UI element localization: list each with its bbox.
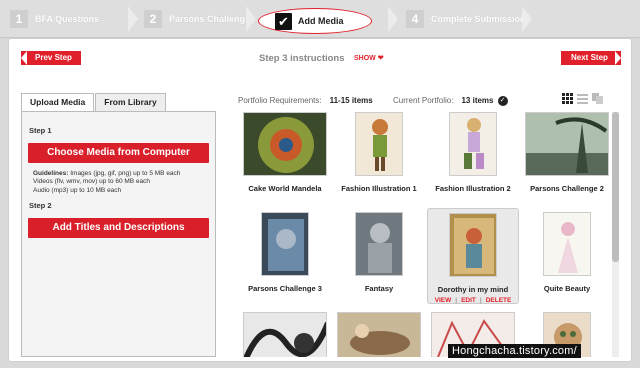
portfolio-item[interactable]: Fashion Illustration 1	[333, 112, 425, 193]
step-divider	[522, 6, 532, 32]
upload-tabs: Upload Media From Library	[21, 93, 167, 112]
item-title: Parsons Challenge 2	[530, 184, 604, 193]
step-parsons-challenge[interactable]: 2 Parsons Challeng	[144, 6, 245, 32]
portfolio-item[interactable]: Parsons Challenge 3	[239, 212, 331, 293]
guideline-audio: Audio (mp3) up to 10 MB each	[33, 186, 122, 194]
list-view-icon[interactable]	[577, 93, 588, 104]
step-complete-submission[interactable]: 4 Complete Submission	[406, 6, 526, 32]
step1-label: Step 1	[29, 126, 52, 135]
portfolio-requirements: Portfolio Requirements: 11-15 items	[238, 96, 373, 105]
main-panel: Prev Step Step 3 instructions SHOW ❤ Nex…	[8, 38, 632, 362]
view-toggle	[562, 93, 603, 104]
portfolio-item[interactable]: Fantasy	[333, 212, 425, 293]
grid-scrollbar[interactable]	[612, 112, 619, 357]
show-instructions-toggle[interactable]: SHOW ❤	[354, 54, 384, 62]
stack-view-icon[interactable]	[592, 93, 603, 104]
step-number: 1	[10, 10, 28, 28]
view-link[interactable]: VIEW	[435, 297, 452, 304]
step-instructions-title: Step 3 instructions	[259, 53, 345, 64]
current-label: Current Portfolio:	[393, 96, 454, 106]
scrollbar-thumb[interactable]	[612, 112, 619, 262]
artwork-thumbnail	[243, 112, 328, 177]
step-add-media[interactable]: ✔ Add Media	[258, 8, 372, 34]
artwork-thumbnail	[355, 212, 404, 277]
portfolio-grid: Cake World Mandela Fashion Illustration …	[235, 112, 610, 357]
guidelines-label: Guidelines:	[33, 170, 69, 177]
step-label: Complete Submission	[431, 14, 526, 24]
artwork-thumbnail	[243, 312, 331, 357]
choose-media-button[interactable]: Choose Media from Computer	[28, 143, 209, 163]
step2-label: Step 2	[29, 201, 52, 210]
portfolio-item[interactable]	[239, 312, 331, 357]
add-titles-button[interactable]: Add Titles and Descriptions	[28, 218, 209, 238]
step-label: Parsons Challeng	[169, 14, 246, 24]
artwork-thumbnail	[543, 212, 592, 277]
step-number: 2	[144, 10, 162, 28]
current-portfolio: Current Portfolio: 13 items ✓	[393, 96, 508, 106]
guideline-images: Images (jpg, gif, png) up to 5 MB each	[70, 170, 181, 177]
edit-link[interactable]: EDIT	[461, 297, 476, 304]
portfolio-item[interactable]: Fashion Illustration 2	[427, 112, 519, 193]
prev-step-button[interactable]: Prev Step	[21, 51, 81, 65]
step-label: BFA Questions	[35, 14, 100, 24]
current-value: 13 items	[461, 96, 494, 106]
artwork-thumbnail	[449, 213, 498, 278]
guideline-videos: Videos (flv, wmv, mov) up to 60 MB each	[33, 178, 151, 186]
checkmark-icon: ✔	[275, 12, 292, 30]
delete-link[interactable]: DELETE	[486, 297, 512, 304]
show-label: SHOW	[354, 55, 376, 62]
artwork-thumbnail	[525, 112, 610, 177]
item-title: Quite Beauty	[543, 284, 591, 293]
step-number: 4	[406, 10, 424, 28]
item-title: Fashion Illustration 2	[435, 184, 511, 193]
requirements-value: 11-15 items	[329, 96, 373, 105]
portfolio-item-selected[interactable]: Dorothy in my mind VIEW | EDIT | DELETE	[427, 208, 519, 304]
check-circle-icon: ✓	[497, 96, 508, 106]
step-divider	[388, 6, 398, 32]
step-divider	[246, 6, 256, 32]
item-title: Fashion Illustration 1	[341, 184, 417, 193]
item-actions: VIEW | EDIT | DELETE	[434, 297, 512, 304]
portfolio-item[interactable]: Cake World Mandela	[239, 112, 331, 193]
portfolio-item[interactable]	[333, 312, 425, 357]
artwork-thumbnail	[337, 312, 422, 357]
grid-view-icon[interactable]	[562, 93, 573, 104]
item-title: Fantasy	[364, 284, 394, 293]
item-title: Dorothy in my mind	[437, 285, 509, 294]
progress-steps: 1 BFA Questions 2 Parsons Challeng ✔ Add…	[0, 0, 640, 38]
requirements-label: Portfolio Requirements:	[238, 96, 322, 105]
tab-upload-media[interactable]: Upload Media	[21, 93, 95, 112]
upload-guidelines: Guidelines: Images (jpg, gif, png) up to…	[33, 170, 180, 195]
next-step-button[interactable]: Next Step	[561, 51, 621, 65]
artwork-thumbnail	[355, 112, 404, 177]
artwork-thumbnail	[449, 112, 498, 177]
portfolio-item[interactable]: Quite Beauty	[521, 212, 610, 293]
step-bfa-questions[interactable]: 1 BFA Questions	[10, 6, 99, 32]
artwork-thumbnail	[261, 212, 310, 277]
upload-panel: Step 1 Choose Media from Computer Guidel…	[21, 111, 216, 357]
chevron-down-icon: ❤	[377, 55, 384, 62]
step-label: Add Media	[298, 16, 344, 26]
tab-from-library[interactable]: From Library	[95, 93, 166, 111]
portfolio-item[interactable]: Parsons Challenge 2	[521, 112, 610, 193]
step-divider	[128, 6, 138, 32]
item-title: Parsons Challenge 3	[248, 284, 322, 293]
watermark: Hongchacha.tistory.com/	[448, 344, 581, 358]
item-title: Cake World Mandela	[248, 184, 322, 193]
